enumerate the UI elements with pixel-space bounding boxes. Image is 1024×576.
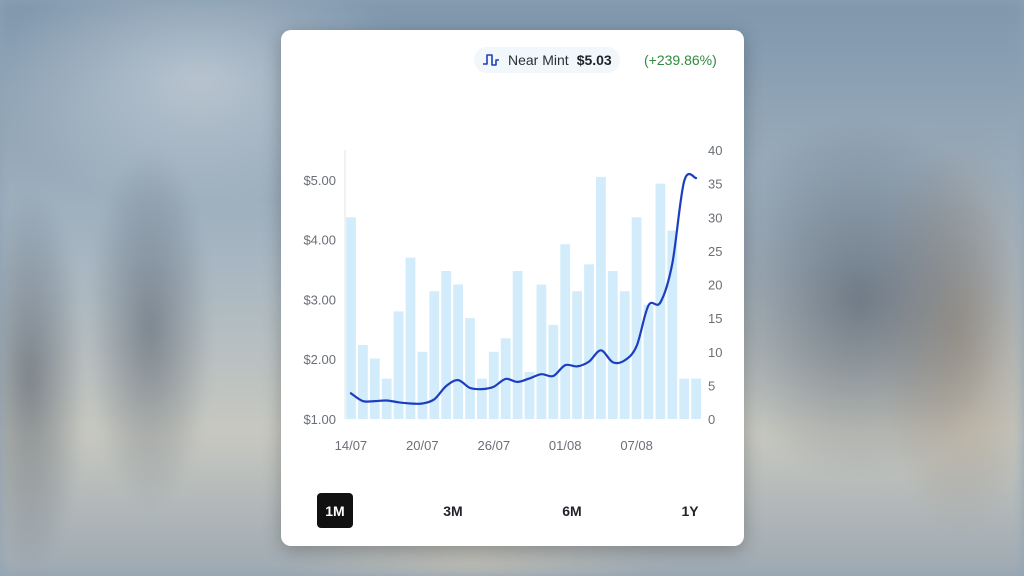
volume-bar — [512, 271, 523, 419]
volume-bar — [369, 358, 380, 419]
volume-bar — [584, 264, 594, 419]
y-left-tick-label: $2.00 — [303, 352, 336, 367]
volume-bar — [453, 284, 463, 419]
volume-bar — [607, 271, 618, 419]
volume-bar — [596, 176, 606, 419]
x-tick-label: 07/08 — [620, 438, 653, 453]
y-left-tick-label: $4.00 — [303, 233, 336, 248]
volume-bar — [560, 244, 571, 419]
range-button-3m[interactable]: 3M — [435, 493, 471, 528]
y-right-tick-label: 15 — [708, 311, 722, 326]
y-right-tick-label: 0 — [708, 412, 715, 427]
range-button-1y[interactable]: 1Y — [672, 493, 708, 528]
x-tick-label: 26/07 — [478, 438, 511, 453]
price-chart: $1.00 $2.00 $3.00 $4.00 $5.00 0 5 10 15 20 25 30 35 4… — [303, 143, 722, 453]
x-tick-label: 01/08 — [549, 438, 582, 453]
volume-bar — [643, 304, 654, 419]
volume-bar — [405, 257, 416, 419]
y-right-tick-label: 40 — [708, 143, 722, 158]
volume-bar — [358, 345, 368, 419]
volume-bar — [477, 378, 487, 419]
volume-bar — [679, 378, 690, 419]
volume-bar — [441, 271, 452, 419]
y-left-tick-label: $3.00 — [303, 292, 336, 307]
y-right-tick-label: 20 — [708, 278, 722, 293]
range-button-1m[interactable]: 1M — [317, 493, 353, 528]
y-left-tick-label: $5.00 — [303, 173, 336, 188]
volume-bar — [346, 217, 356, 420]
volume-bar — [691, 378, 701, 419]
volume-bar — [631, 217, 642, 420]
volume-bar — [572, 291, 582, 419]
volume-bar — [619, 291, 630, 419]
x-tick-label: 14/07 — [335, 438, 368, 453]
y-right-tick-label: 25 — [708, 244, 722, 259]
volume-bar — [381, 378, 392, 419]
y-right-tick-label: 30 — [708, 210, 722, 225]
y-right-tick-label: 5 — [708, 378, 715, 393]
x-tick-label: 20/07 — [406, 438, 439, 453]
volume-bar — [536, 284, 547, 419]
volume-bar — [465, 318, 475, 419]
y-right-tick-label: 10 — [708, 345, 722, 360]
y-left-tick-label: $1.00 — [303, 412, 336, 427]
range-button-6m[interactable]: 6M — [554, 493, 590, 528]
y-right-tick-label: 35 — [708, 177, 722, 192]
volume-bar — [417, 351, 428, 420]
